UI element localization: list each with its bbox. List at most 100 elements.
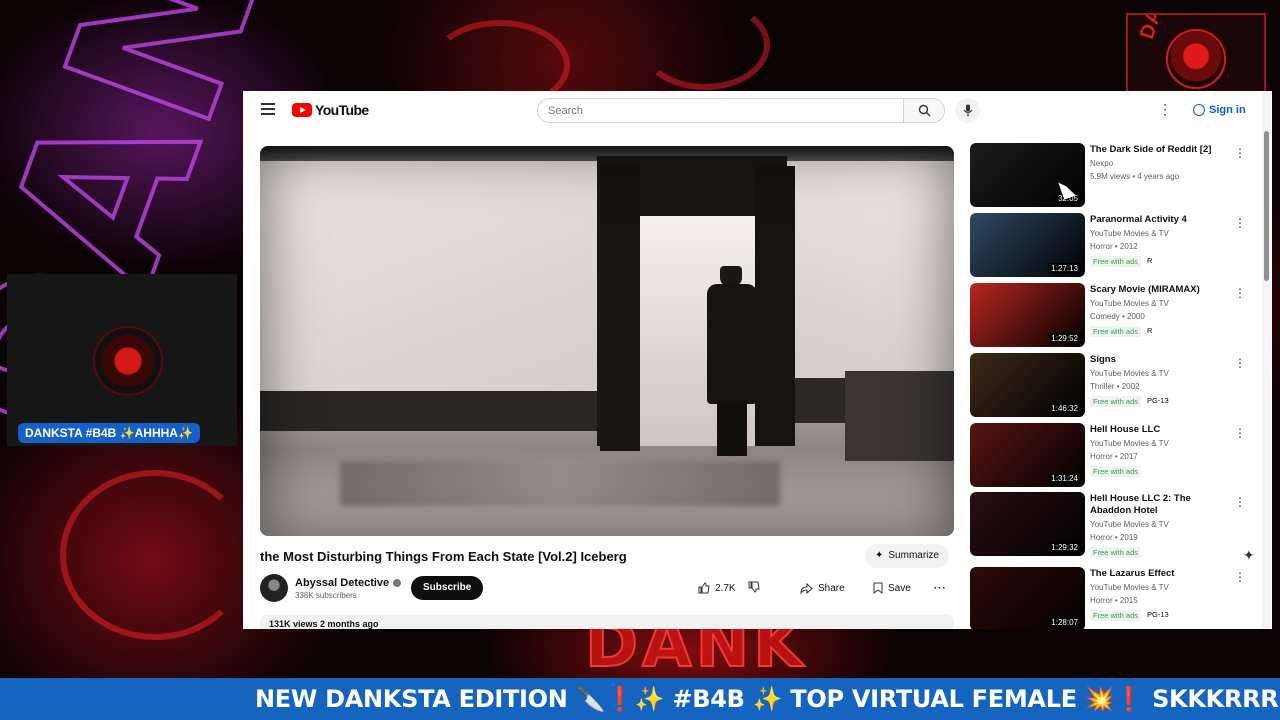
description-box[interactable]: 131K views 2 months ago — [260, 614, 954, 629]
background-swirl — [60, 470, 250, 640]
video-thumbnail[interactable]: 1:29:32 — [970, 492, 1085, 556]
recommended-video-item[interactable]: 1:29:32 Hell House LLC 2: The Abaddon Hot… — [970, 492, 1260, 558]
video-thumbnail[interactable]: 1:28:07 — [970, 567, 1085, 629]
video-thumbnail[interactable]: 1:29:52 — [970, 283, 1085, 347]
video-duration: 1:29:32 — [1048, 542, 1081, 553]
youtube-header: YouTube ⋮ Sign in — [243, 91, 1272, 129]
youtube-play-icon — [292, 103, 312, 117]
scene-vignette — [260, 146, 954, 536]
item-more-icon[interactable]: ⋮ — [1234, 146, 1246, 160]
like-count: 2.7K — [715, 582, 736, 594]
free-with-ads-badge: Free with ads — [1090, 256, 1142, 267]
search-input[interactable] — [537, 98, 903, 123]
logo-badge-text: DANK — [1136, 15, 1177, 42]
video-thumbnail[interactable]: 1:46:32 — [970, 353, 1085, 417]
recommended-meta: Horror • 2015 — [1090, 596, 1138, 605]
like-button[interactable]: 2.7K — [698, 582, 736, 594]
sign-in-label: Sign in — [1209, 104, 1246, 116]
streamer-name-tag: DANKSTA #B4B ✨AHHHA✨ — [18, 423, 200, 443]
like-dislike-group: 2.7K — [698, 576, 760, 600]
video-thumbnail[interactable]: 1:27:13 — [970, 213, 1085, 277]
availability-badge: Free with ads — [1090, 466, 1142, 477]
save-button[interactable]: Save — [873, 576, 911, 600]
mascot-face-icon — [1166, 29, 1226, 89]
recommended-channel: YouTube Movies & TV — [1090, 520, 1169, 529]
recommended-channel: YouTube Movies & TV — [1090, 583, 1169, 592]
video-thumbnail[interactable]: 1:31:24 — [970, 423, 1085, 487]
news-ticker: NEW DANKSTA EDITION 🔪❗✨ #B4B ✨ TOP VIRTU… — [0, 678, 1280, 720]
recommended-video-item[interactable]: 1:27:13 Paranormal Activity 4 YouTube Movi… — [970, 213, 1260, 279]
save-label: Save — [888, 582, 911, 594]
youtube-window: YouTube ⋮ Sign in — [243, 91, 1272, 629]
video-duration: 1:31:24 — [1048, 473, 1081, 484]
recommended-video-title[interactable]: Paranormal Activity 4 — [1090, 214, 1230, 226]
webcam-panel: DANKSTA #B4B ✨AHHHA✨ — [7, 274, 237, 446]
recommended-video-title[interactable]: Hell House LLC — [1090, 424, 1230, 436]
free-with-ads-badge: Free with ads — [1090, 326, 1142, 337]
channel-name-row[interactable]: Abyssal Detective — [295, 577, 402, 589]
recommended-channel: YouTube Movies & TV — [1090, 299, 1169, 308]
recommended-video-item[interactable]: 1:31:24 Hell House LLC YouTube Movies & TV… — [970, 423, 1260, 489]
free-with-ads-badge: Free with ads — [1090, 466, 1142, 477]
recommended-video-item[interactable]: 1:28:07 The Lazarus Effect YouTube Movies … — [970, 567, 1260, 629]
recommended-video-title[interactable]: Hell House LLC 2: The Abaddon Hotel — [1090, 493, 1230, 517]
account-icon — [1193, 104, 1205, 116]
free-with-ads-badge: Free with ads — [1090, 396, 1142, 407]
recommended-meta: Horror • 2012 — [1090, 242, 1138, 251]
item-more-icon[interactable]: ⋮ — [1234, 356, 1246, 370]
video-title: the Most Disturbing Things From Each Sta… — [260, 549, 627, 564]
sign-in-button[interactable]: Sign in — [1187, 100, 1252, 120]
item-more-icon[interactable]: ⋮ — [1234, 216, 1246, 230]
availability-badge: Free with ads PG-13 — [1090, 396, 1169, 407]
settings-more-icon[interactable]: ⋮ — [1158, 101, 1172, 118]
youtube-logo[interactable]: YouTube — [292, 102, 369, 118]
rating-badge: PG-13 — [1147, 610, 1169, 619]
subscribe-button[interactable]: Subscribe — [411, 576, 484, 600]
search-icon — [918, 104, 930, 117]
share-icon — [800, 582, 813, 594]
item-more-icon[interactable]: ⋮ — [1234, 426, 1246, 440]
background-swirl — [640, 0, 770, 90]
recommended-meta: Horror • 2017 — [1090, 452, 1138, 461]
recommended-meta: Thriller • 2002 — [1090, 382, 1140, 391]
recommended-video-title[interactable]: Signs — [1090, 354, 1230, 366]
item-more-icon[interactable]: ⋮ — [1234, 495, 1246, 509]
summarize-label: Summarize — [888, 550, 939, 561]
availability-badge: Free with ads PG-13 — [1090, 610, 1169, 621]
thumbs-down-icon — [748, 581, 760, 593]
rating-badge: R — [1147, 326, 1153, 335]
more-actions-icon[interactable]: ⋯ — [933, 576, 946, 600]
recommended-channel: YouTube Movies & TV — [1090, 229, 1169, 238]
search-button[interactable] — [903, 98, 945, 123]
streamer-avatar — [93, 326, 163, 396]
recommended-channel: Nexpo — [1090, 159, 1114, 168]
recommended-video-item[interactable]: 1:46:32 Signs YouTube Movies & TV Thriller … — [970, 353, 1260, 419]
recommended-video-title[interactable]: Scary Movie (MIRAMAX) — [1090, 284, 1230, 296]
recommended-video-item[interactable]: 1:29:52 Scary Movie (MIRAMAX) YouTube Movi… — [970, 283, 1260, 349]
sparkle-icon: ✦ — [875, 550, 884, 561]
item-more-icon[interactable]: ⋮ — [1234, 570, 1246, 584]
voice-search-button[interactable] — [955, 98, 980, 123]
recommended-channel: YouTube Movies & TV — [1090, 369, 1169, 378]
availability-badge: Free with ads R — [1090, 326, 1152, 337]
item-more-icon[interactable]: ⋮ — [1234, 286, 1246, 300]
recommended-video-item[interactable]: 32:05 The Dark Side of Reddit [2] Nexpo 5.9… — [970, 143, 1260, 209]
share-button[interactable]: Share — [800, 576, 845, 600]
video-duration: 1:28:07 — [1048, 617, 1081, 628]
recommended-meta: 5.9M views • 4 years ago — [1090, 172, 1180, 181]
free-with-ads-badge: Free with ads — [1090, 547, 1142, 558]
channel-avatar[interactable] — [260, 574, 288, 602]
summarize-button[interactable]: ✦ Summarize — [865, 544, 949, 568]
recommended-channel: YouTube Movies & TV — [1090, 439, 1169, 448]
recommended-meta: Horror • 2019 — [1090, 533, 1138, 542]
recommended-video-title[interactable]: The Lazarus Effect — [1090, 568, 1230, 580]
video-view-meta: 131K views 2 months ago — [269, 619, 379, 629]
dislike-button[interactable] — [748, 581, 760, 596]
recommended-video-title[interactable]: The Dark Side of Reddit [2] — [1090, 144, 1230, 156]
video-duration: 1:46:32 — [1048, 403, 1081, 414]
menu-icon[interactable] — [261, 103, 275, 115]
video-player[interactable] — [260, 146, 954, 536]
ai-sparkle-icon[interactable]: ✦ — [1243, 547, 1255, 564]
availability-badge: Free with ads R — [1090, 256, 1152, 267]
scrollbar-thumb[interactable] — [1264, 131, 1269, 281]
